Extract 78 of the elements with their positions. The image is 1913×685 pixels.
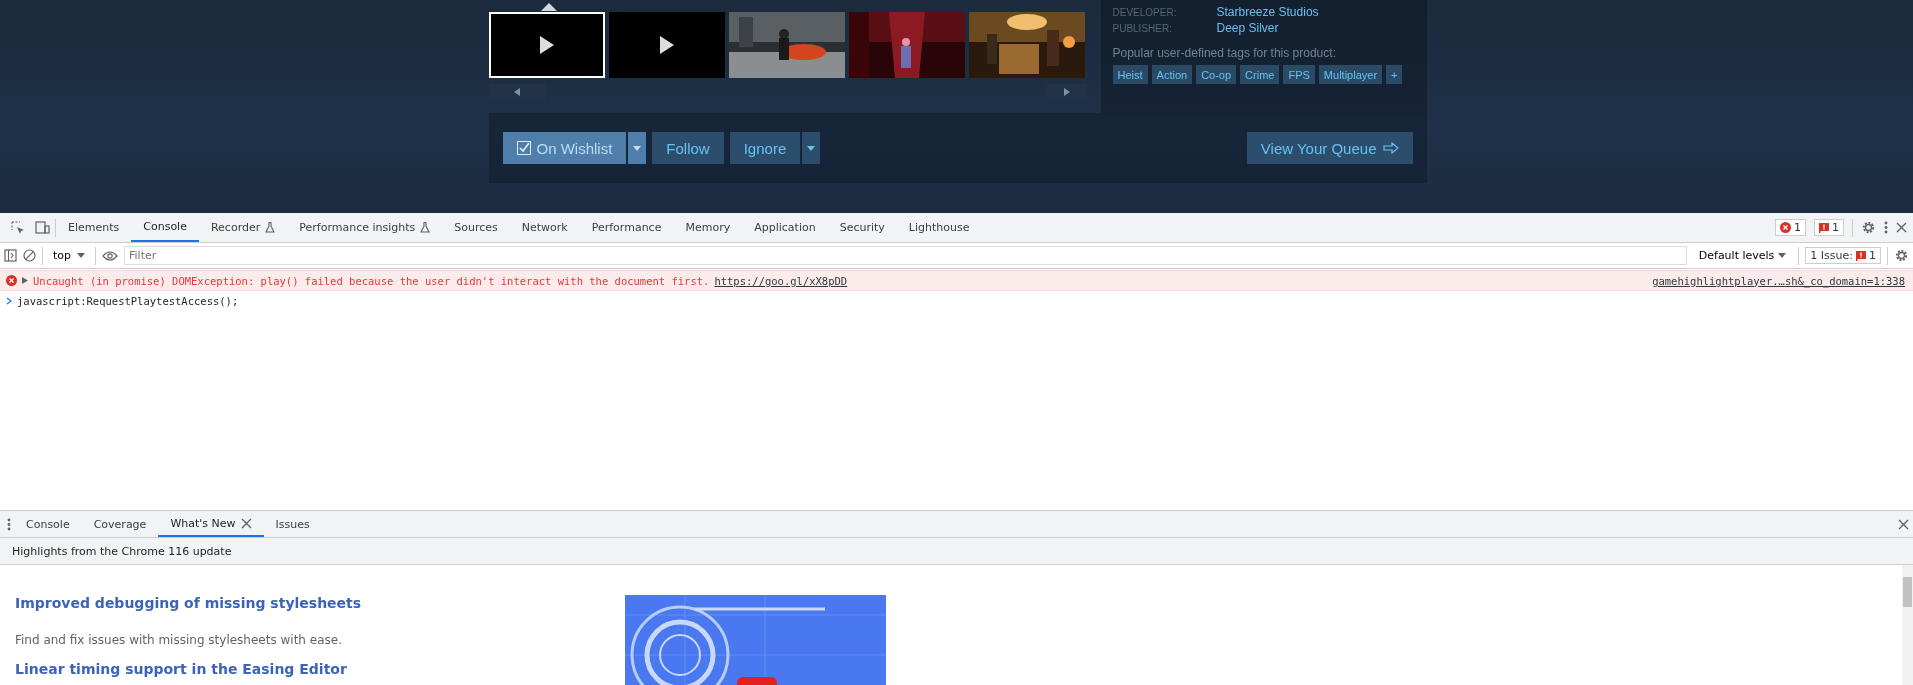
panel-tab[interactable]: Sources bbox=[442, 213, 510, 242]
detail-label: PUBLISHER: bbox=[1112, 22, 1173, 34]
panel-tab[interactable]: Recorder bbox=[198, 213, 288, 242]
close-icon[interactable] bbox=[1898, 518, 1909, 530]
levels-dropdown[interactable]: Default levels bbox=[1692, 248, 1793, 263]
device-icon[interactable] bbox=[35, 221, 50, 234]
ignore-button[interactable]: Ignore bbox=[729, 132, 801, 164]
scroll-left-button[interactable] bbox=[488, 84, 545, 100]
selection-arrow-icon bbox=[540, 3, 557, 11]
queue-button[interactable]: View Your Queue bbox=[1246, 132, 1413, 164]
scrollbar[interactable] bbox=[1902, 565, 1913, 685]
close-tab-icon[interactable] bbox=[240, 517, 252, 529]
article-title[interactable]: Linear timing support in the Easing Editor bbox=[15, 661, 625, 681]
error-count-badge[interactable]: 1 bbox=[1775, 219, 1806, 236]
panel-tab[interactable]: Application bbox=[742, 213, 828, 242]
right-arrow-icon bbox=[1062, 88, 1071, 96]
article-title[interactable]: Improved debugging of missing stylesheets bbox=[15, 595, 625, 615]
play-icon bbox=[658, 35, 675, 55]
panel-tab[interactable]: Network bbox=[509, 213, 580, 242]
article-text: Find and fix issues with missing stylesheets with ease. bbox=[15, 633, 343, 647]
tags-label: Popular user-defined tags for this product: bbox=[1112, 46, 1337, 60]
tag-button[interactable]: Multiplayer bbox=[1318, 65, 1383, 84]
drawer-tab[interactable]: Issues bbox=[263, 511, 322, 537]
follow-button[interactable]: Follow bbox=[652, 132, 724, 164]
panel-tab[interactable]: Security bbox=[827, 213, 897, 242]
flask-icon bbox=[265, 222, 276, 233]
dropdown-button[interactable] bbox=[802, 132, 821, 164]
caret-icon bbox=[633, 145, 642, 151]
error-message: Uncaught (in promise) DOMException: play() failed because the user didn't interact with the document first. bbox=[33, 274, 710, 287]
settings-icon[interactable] bbox=[1894, 248, 1909, 263]
source-link[interactable]: gamehighlightplayer.…sh&_co_domain=1:338 bbox=[1652, 274, 1905, 287]
arrow-icon bbox=[1382, 142, 1399, 154]
panel-tab[interactable]: Memory bbox=[673, 213, 743, 242]
error-icon bbox=[1780, 222, 1791, 233]
error-icon bbox=[6, 275, 17, 286]
scroll-right-button[interactable] bbox=[1046, 84, 1087, 100]
tag-button[interactable]: Co-op bbox=[1196, 65, 1237, 84]
caret-icon bbox=[807, 145, 816, 151]
eye-icon[interactable] bbox=[102, 250, 119, 261]
panel-tab[interactable]: Elements bbox=[56, 213, 132, 242]
panel-tab[interactable]: Performance insights bbox=[287, 213, 443, 242]
context-dropdown[interactable]: top bbox=[49, 249, 90, 262]
more-icon[interactable] bbox=[1884, 221, 1888, 234]
tag-button[interactable]: FPS bbox=[1283, 65, 1315, 84]
video-thumbnail[interactable] bbox=[608, 12, 725, 78]
panel-tab[interactable]: Console bbox=[131, 213, 199, 242]
filter-field[interactable]: Filter bbox=[124, 246, 1687, 265]
drawer-tab[interactable]: Coverage bbox=[81, 511, 159, 537]
drawer-tab[interactable]: Console bbox=[14, 511, 82, 537]
inspect-icon[interactable] bbox=[11, 220, 25, 235]
expand-icon[interactable] bbox=[22, 277, 28, 284]
settings-icon[interactable] bbox=[1861, 220, 1876, 235]
tag-button[interactable]: Action bbox=[1151, 65, 1193, 84]
left-arrow-icon bbox=[512, 88, 521, 96]
detail-label: DEVELOPER: bbox=[1112, 6, 1178, 18]
detail-link[interactable]: Deep Silver bbox=[1216, 21, 1279, 35]
dropdown-button[interactable] bbox=[628, 132, 647, 164]
tag-button[interactable]: Heist bbox=[1112, 65, 1148, 84]
panel-tab[interactable]: Lighthouse bbox=[896, 213, 982, 242]
detail-link[interactable]: Starbreeze Studios bbox=[1216, 5, 1319, 19]
issue-icon bbox=[1819, 222, 1829, 233]
message-link[interactable]: https://goo.gl/xX8pDD bbox=[714, 274, 848, 287]
issue-count-badge[interactable]: 1 bbox=[1814, 219, 1844, 236]
sidebar-icon[interactable] bbox=[4, 249, 17, 262]
issues-button[interactable]: 1 Issue: 1 bbox=[1805, 247, 1881, 264]
prompt-icon bbox=[6, 296, 12, 305]
issue-icon bbox=[1856, 250, 1866, 261]
clear-icon[interactable] bbox=[23, 249, 36, 262]
console-input[interactable]: javascript:RequestPlaytestAccess(); bbox=[17, 294, 239, 307]
close-icon[interactable] bbox=[1896, 222, 1907, 233]
tag-button[interactable]: Crime bbox=[1240, 65, 1280, 84]
caret-icon bbox=[77, 253, 86, 258]
play-icon bbox=[538, 35, 555, 55]
panel-header: Highlights from the Chrome 116 update bbox=[0, 538, 1913, 565]
panel-tab[interactable]: Performance bbox=[579, 213, 674, 242]
tag-button[interactable]: + bbox=[1386, 65, 1403, 84]
flask-icon bbox=[420, 222, 431, 233]
caret-icon bbox=[1778, 253, 1787, 258]
